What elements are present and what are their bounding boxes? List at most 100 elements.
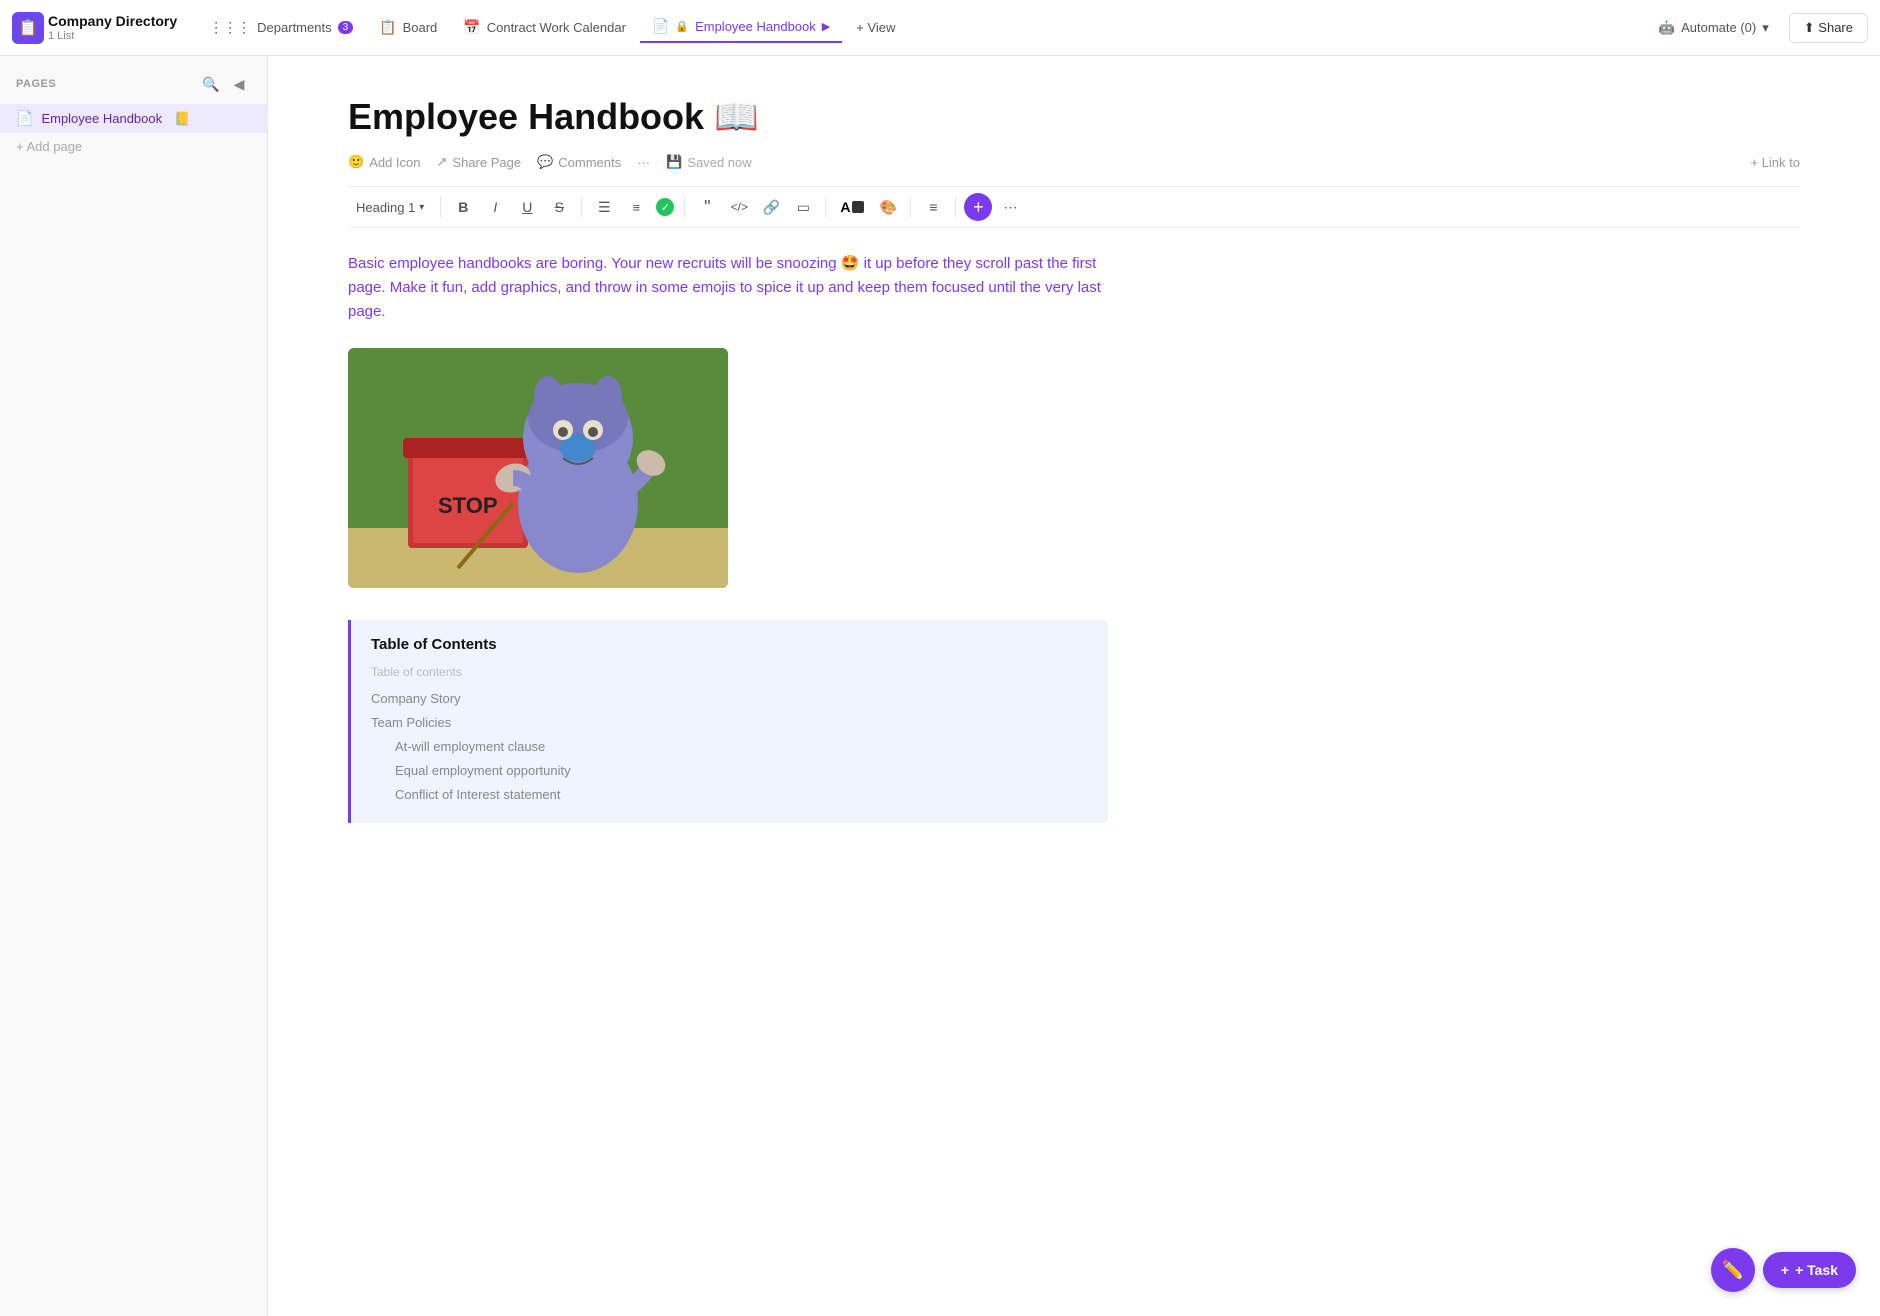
share-page-btn[interactable]: ↗ Share Page [437, 154, 522, 170]
sidebar-search-btn[interactable]: 🔍 [199, 72, 223, 96]
tab-employee-handbook[interactable]: 📄 🔒 Employee Handbook ▶ [640, 12, 842, 43]
content-area: Employee Handbook 📖 🙂 Add Icon ↗ Share P… [268, 56, 1880, 1316]
code-btn[interactable]: </> [725, 193, 753, 221]
color-a-label: A [840, 199, 850, 215]
share-icon: ⬆ [1804, 20, 1815, 35]
check-btn[interactable]: ✓ [656, 198, 674, 216]
handbook-tab-icon: 📄 [652, 18, 669, 35]
tab-calendar-label: Contract Work Calendar [487, 20, 626, 35]
quote-btn[interactable]: " [693, 193, 721, 221]
comments-btn[interactable]: 💬 Comments [537, 154, 621, 170]
pages-label: PAGES [16, 78, 56, 90]
cartoon-svg: STOP [348, 348, 728, 588]
page-actions: 🙂 Add Icon ↗ Share Page 💬 Comments ··· 💾… [348, 154, 1800, 170]
toc-equal-opportunity-label: Equal employment opportunity [395, 763, 571, 778]
link-to-btn[interactable]: + Link to [1750, 155, 1800, 170]
automate-label: Automate (0) [1681, 20, 1756, 35]
bold-btn[interactable]: B [449, 193, 477, 221]
edit-fab-btn[interactable]: ✏️ [1711, 1248, 1755, 1292]
top-nav: 📋 Company Directory 1 List ⋮⋮⋮ Departmen… [0, 0, 1880, 56]
toc-team-policies-label: Team Policies [371, 715, 451, 730]
lock-icon: 🔒 [675, 20, 689, 33]
heading-dropdown[interactable]: Heading 1 ▾ [348, 196, 432, 219]
saved-label: Saved now [687, 155, 751, 170]
automate-chevron: ▾ [1762, 20, 1769, 36]
numbered-list-btn[interactable]: ≡ [622, 193, 650, 221]
app-title: Company Directory [48, 13, 177, 30]
departments-badge: 3 [338, 21, 354, 34]
add-icon-btn[interactable]: 🙂 Add Icon [348, 154, 421, 170]
formatting-toolbar: Heading 1 ▾ B I U S ☰ ≡ ✓ " </> 🔗 ▭ A 🎨 [348, 186, 1800, 228]
toc-item-team-policies[interactable]: Team Policies [371, 711, 1088, 735]
color-btn[interactable]: A [834, 195, 870, 219]
add-view-label: + View [856, 20, 895, 35]
smiley-icon: 🙂 [348, 154, 364, 170]
align-btn[interactable]: ≡ [919, 193, 947, 221]
share-label: Share [1818, 20, 1853, 35]
automate-icon: 🤖 [1659, 20, 1675, 36]
more-icon: ··· [637, 155, 650, 170]
save-icon: 💾 [666, 154, 682, 170]
heading-label: Heading 1 [356, 200, 415, 215]
heading-chevron: ▾ [419, 202, 424, 213]
toc-item-company-story[interactable]: Company Story [371, 687, 1088, 711]
toc-subtitle: Table of contents [371, 665, 1088, 679]
toolbar-sep-5 [910, 197, 911, 217]
sidebar-collapse-btn[interactable]: ◀ [227, 72, 251, 96]
sidebar-item-employee-handbook[interactable]: 📄 Employee Handbook 📒 [0, 104, 267, 133]
add-element-btn[interactable]: + [964, 193, 992, 221]
toc-item-conflict-of-interest[interactable]: Conflict of Interest statement [371, 783, 1088, 807]
main-layout: PAGES 🔍 ◀ 📄 Employee Handbook 📒 + Add pa… [0, 56, 1880, 1316]
link-to-label: + Link to [1750, 155, 1800, 170]
task-plus-icon: + [1781, 1262, 1789, 1278]
add-page-btn[interactable]: + Add page [0, 133, 267, 160]
page-icon: 📄 [16, 110, 33, 127]
task-label: + Task [1795, 1262, 1838, 1278]
italic-btn[interactable]: I [481, 193, 509, 221]
sidebar: PAGES 🔍 ◀ 📄 Employee Handbook 📒 + Add pa… [0, 56, 268, 1316]
automate-btn[interactable]: 🤖 Automate (0) ▾ [1647, 14, 1781, 42]
color-dot [852, 201, 864, 213]
tab-board[interactable]: 📋 Board [367, 13, 449, 42]
handbook-expand-icon: ▶ [822, 20, 830, 33]
svg-text:STOP: STOP [438, 493, 498, 518]
bullet-list-btn[interactable]: ☰ [590, 193, 618, 221]
add-icon-label: Add Icon [369, 155, 420, 170]
toolbar-more-btn[interactable]: ⋯ [996, 193, 1024, 221]
toolbar-sep-4 [825, 197, 826, 217]
toc-item-equal-opportunity[interactable]: Equal employment opportunity [371, 759, 1088, 783]
doc-image: STOP [348, 348, 728, 588]
tab-contract-work-calendar[interactable]: 📅 Contract Work Calendar [451, 13, 638, 42]
palette-btn[interactable]: 🎨 [874, 193, 902, 221]
underline-btn[interactable]: U [513, 193, 541, 221]
toc-title: Table of Contents [371, 636, 1088, 653]
add-task-btn[interactable]: + + Task [1763, 1252, 1856, 1288]
page-emoji: 📒 [174, 111, 190, 127]
link-btn[interactable]: 🔗 [757, 193, 785, 221]
nav-right: 🤖 Automate (0) ▾ ⬆ Share [1647, 13, 1868, 43]
toc-item-at-will[interactable]: At-will employment clause [371, 735, 1088, 759]
strikethrough-btn[interactable]: S [545, 193, 573, 221]
toolbar-sep-2 [581, 197, 582, 217]
more-actions-btn[interactable]: ··· [637, 155, 650, 170]
share-page-label: Share Page [452, 155, 521, 170]
app-icon: 📋 [12, 12, 44, 44]
add-view-btn[interactable]: + View [844, 14, 907, 41]
comments-label: Comments [558, 155, 621, 170]
departments-icon: ⋮⋮⋮ [209, 19, 251, 36]
saved-status: 💾 Saved now [666, 154, 752, 170]
tab-handbook-label: Employee Handbook [695, 19, 816, 34]
sidebar-header: PAGES 🔍 ◀ [0, 72, 267, 96]
tab-departments[interactable]: ⋮⋮⋮ Departments 3 [197, 13, 365, 42]
body-text: Basic employee handbooks are boring. You… [348, 252, 1108, 324]
sidebar-item-label: Employee Handbook [41, 111, 162, 126]
fab-area: ✏️ + + Task [1711, 1248, 1856, 1292]
share-btn[interactable]: ⬆ Share [1789, 13, 1868, 43]
page-title: Employee Handbook 📖 [348, 96, 1800, 138]
toc-at-will-label: At-will employment clause [395, 739, 545, 754]
edit-icon: ✏️ [1722, 1260, 1744, 1281]
toolbar-sep-1 [440, 197, 441, 217]
calendar-icon: 📅 [463, 19, 480, 36]
box-btn[interactable]: ▭ [789, 193, 817, 221]
nav-tabs: ⋮⋮⋮ Departments 3 📋 Board 📅 Contract Wor… [197, 12, 1643, 43]
